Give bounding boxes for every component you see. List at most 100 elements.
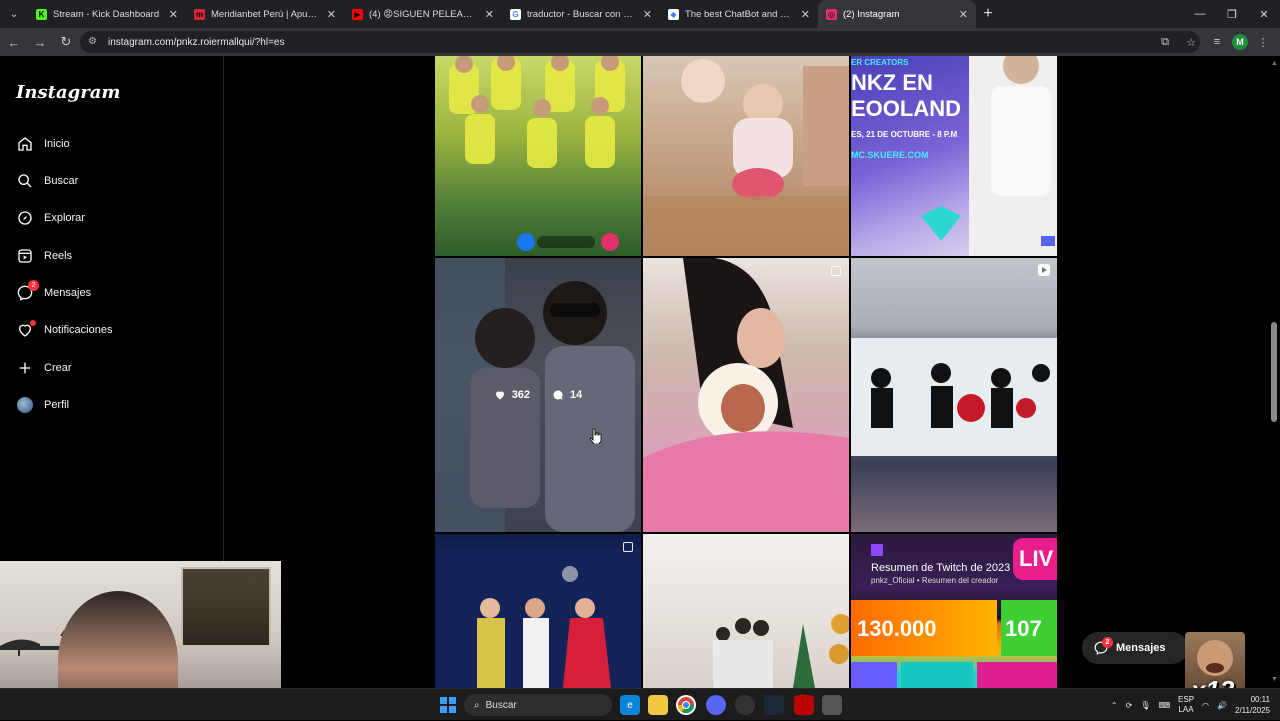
sidebar-item-label: Explorar — [44, 212, 85, 224]
floating-messages-label: Mensajes — [1116, 642, 1166, 654]
post-tile[interactable] — [435, 534, 641, 688]
windows-start-icon[interactable] — [440, 697, 456, 713]
tab-title: Stream - Kick Dashboard — [53, 8, 160, 20]
volume-icon[interactable]: 🔊 — [1217, 701, 1227, 710]
close-tab-icon[interactable]: ✕ — [643, 8, 652, 21]
post-tile[interactable]: ER CREATORS NKZ EN EOOLAND ES, 21 DE OCT… — [851, 56, 1057, 256]
close-tab-icon[interactable]: ✕ — [959, 8, 968, 21]
carousel-icon — [831, 266, 841, 276]
sidebar-item-inicio[interactable]: Inicio — [16, 132, 70, 156]
post-image — [713, 614, 849, 688]
live-badge: LIV — [1013, 538, 1057, 580]
address-bar[interactable]: ⚙ instagram.com/pnkz.roiermallqui/?hl=es — [80, 31, 1200, 53]
clock[interactable]: 00:11 2/11/2025 — [1235, 694, 1270, 716]
close-tab-icon[interactable]: ✕ — [801, 8, 810, 21]
browser-tab[interactable]: ▶ (4) 😡SIGUEN PELEANDOSE😡 ✕ — [344, 0, 502, 28]
floating-messages-button[interactable]: 2 Mensajes — [1082, 632, 1188, 664]
install-app-icon[interactable]: ⧉ — [1154, 31, 1176, 53]
chrome-icon[interactable] — [676, 695, 696, 715]
discord-icon[interactable] — [706, 695, 726, 715]
sidebar-item-buscar[interactable]: Buscar — [16, 169, 78, 193]
sidebar-item-explorar[interactable]: Explorar — [16, 206, 85, 230]
post-hover-stats: 362 14 — [435, 258, 641, 532]
post-tile[interactable] — [851, 258, 1057, 532]
obs-icon[interactable] — [735, 695, 755, 715]
post-image — [449, 56, 625, 251]
close-tab-icon[interactable]: ✕ — [485, 8, 494, 21]
tab-title: The best ChatBot and Widgets — [685, 8, 795, 20]
sidebar-item-crear[interactable]: Crear — [16, 356, 72, 380]
steam-icon[interactable] — [764, 695, 784, 715]
sidebar-item-label: Perfil — [44, 399, 70, 411]
sidebar-item-mensajes[interactable]: 2 Mensajes — [16, 280, 92, 305]
messages-badge: 2 — [1102, 637, 1113, 648]
bookmark-star-icon[interactable]: ☆ — [1180, 31, 1202, 53]
file-explorer-icon[interactable] — [648, 695, 668, 715]
twitch-recap-title: Resumen de Twitch de 2023 — [871, 562, 1011, 574]
taskbar-search-placeholder: Buscar — [485, 699, 517, 711]
restore-button[interactable]: ❐ — [1216, 0, 1248, 28]
close-tab-icon[interactable]: ✕ — [169, 8, 178, 21]
language-code: ESP — [1178, 695, 1195, 704]
comments-stat: 14 — [552, 389, 582, 401]
minimize-button[interactable]: — — [1184, 0, 1216, 28]
search-icon: ⌕ — [474, 699, 480, 711]
notification-dot — [30, 320, 36, 326]
reload-button[interactable]: ↻ — [54, 30, 78, 54]
calculator-icon[interactable] — [822, 695, 842, 715]
tab-favicon-icon: ◎ — [826, 8, 837, 20]
scroll-up-arrow-icon[interactable]: ▲ — [1271, 60, 1278, 67]
close-tab-icon[interactable]: ✕ — [327, 8, 336, 21]
mouse-cursor-hand-icon — [589, 428, 602, 444]
reel-icon — [1038, 264, 1050, 276]
browser-tab[interactable]: K Stream - Kick Dashboard ✕ — [28, 0, 186, 28]
sidebar-item-reels[interactable]: Reels — [16, 244, 72, 268]
keyboard-icon[interactable]: ⌨ — [1158, 701, 1170, 710]
sidebar-item-perfil[interactable]: Perfil — [16, 393, 69, 417]
tab-favicon-icon: m — [194, 8, 205, 20]
post-tile[interactable] — [643, 534, 849, 688]
back-button[interactable]: ← — [2, 30, 26, 54]
post-image — [921, 56, 1057, 256]
sidebar-item-notificaciones[interactable]: Notificaciones — [16, 318, 112, 342]
forward-button[interactable]: → — [28, 30, 52, 54]
likes-stat: 362 — [494, 389, 530, 401]
scrollbar-thumb[interactable] — [1271, 322, 1277, 422]
comment-icon — [553, 390, 563, 400]
site-info-icon[interactable]: ⚙ — [88, 36, 100, 48]
language-indicator[interactable]: ESP LAA — [1178, 695, 1194, 715]
new-tab-button[interactable]: + — [976, 5, 1000, 23]
likes-count: 362 — [511, 389, 531, 401]
scroll-down-arrow-icon[interactable]: ▼ — [1271, 676, 1278, 683]
close-window-button[interactable]: ✕ — [1248, 0, 1280, 28]
post-tile[interactable]: Resumen de Twitch de 2023 pnkz_Oficial •… — [851, 534, 1057, 688]
taskbar-search-box[interactable]: ⌕ Buscar — [464, 694, 612, 716]
post-tile[interactable] — [643, 258, 849, 532]
microphone-icon[interactable]: 🎙 — [1140, 701, 1150, 710]
post-tile[interactable] — [643, 56, 849, 256]
twitch-recap-subtitle: pnkz_Oficial • Resumen del creador — [871, 576, 999, 585]
tab-title: (4) 😡SIGUEN PELEANDOSE😡 — [369, 8, 479, 20]
tab-search-menu-button[interactable]: ⌄ — [0, 0, 28, 28]
app-icon-red[interactable] — [794, 695, 814, 715]
keyboard-layout-code: LAA — [1178, 705, 1194, 714]
browser-menu-icon[interactable]: ⋮ — [1252, 31, 1274, 53]
browser-tab[interactable]: ◎ (2) Instagram ✕ — [818, 0, 976, 28]
tray-overflow-icon[interactable]: ⌃ — [1111, 701, 1118, 710]
post-tile[interactable] — [435, 56, 641, 256]
browser-tab[interactable]: Gtraductor - Buscar con Google ✕ — [502, 0, 660, 28]
instagram-logo[interactable]: Instagram — [16, 82, 120, 103]
post-tile-hovered[interactable]: 362 14 — [435, 258, 641, 532]
comments-count: 14 — [570, 389, 583, 401]
reading-list-icon[interactable]: ≡ — [1206, 31, 1228, 53]
page-scrollbar[interactable]: ▲ ▼ — [1268, 56, 1280, 688]
sidebar-item-label: Mensajes — [44, 287, 92, 299]
browser-tab[interactable]: ◆ The best ChatBot and Widgets ✕ — [660, 0, 818, 28]
wifi-icon[interactable]: ◠ — [1202, 701, 1209, 710]
profile-avatar-button[interactable]: M — [1232, 34, 1248, 50]
compass-icon — [16, 209, 34, 227]
twitch-stat-number: 130.000 — [851, 600, 997, 656]
tray-app-icon[interactable]: ⟳ — [1126, 701, 1133, 710]
browser-tab[interactable]: m Meridianbet Perú | Apuestas de ✕ — [186, 0, 344, 28]
edge-browser-icon[interactable]: e — [620, 695, 640, 715]
